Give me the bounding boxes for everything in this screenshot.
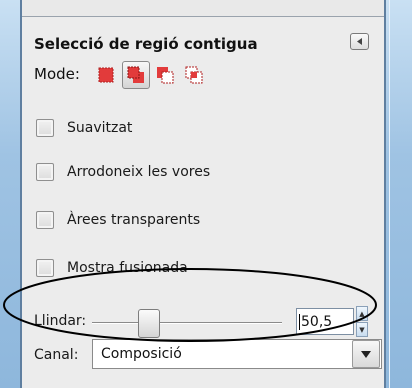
transparent-areas-label: Àrees transparents [67, 212, 201, 228]
replace-mode-icon [98, 67, 114, 83]
mode-subtract-button[interactable] [151, 61, 179, 89]
threshold-spin-buttons[interactable]: ▲ ▼ [356, 306, 368, 337]
option-sample-merged[interactable]: Mostra fusionada [36, 258, 188, 278]
mode-add-button[interactable] [122, 61, 150, 89]
channel-value: Composició [101, 346, 182, 362]
chevron-down-icon [361, 350, 371, 358]
add-mode-icon [127, 66, 144, 83]
window-right-edge [384, 0, 412, 388]
sample-merged-label: Mostra fusionada [67, 260, 188, 276]
feather-edges-label: Arrodoneix les vores [67, 164, 211, 180]
threshold-label: Llindar: [34, 313, 87, 329]
antialiasing-checkbox[interactable] [36, 119, 54, 137]
threshold-input[interactable]: 50,5 [296, 308, 354, 335]
mode-intersect-button[interactable] [180, 61, 208, 89]
threshold-value: 50,5 [301, 313, 333, 330]
antialiasing-label: Suavitzat [67, 120, 133, 136]
feather-edges-checkbox[interactable] [36, 163, 54, 181]
intersect-mode-icon [185, 66, 203, 84]
text-caret [299, 313, 300, 330]
transparent-areas-checkbox[interactable] [36, 211, 54, 229]
channel-select[interactable]: Composició [92, 339, 382, 369]
tool-title: Selecció de regió contigua [34, 35, 258, 53]
threshold-slider-track[interactable] [92, 322, 282, 323]
subtract-mode-icon [157, 67, 174, 84]
tool-options-panel: Selecció de regió contigua Mode: Suavitz… [22, 17, 384, 388]
spin-down-icon[interactable]: ▼ [356, 322, 368, 337]
option-feather-edges[interactable]: Arrodoneix les vores [36, 162, 210, 182]
panel-top-strip [22, 0, 384, 17]
threshold-slider-thumb[interactable] [138, 309, 160, 338]
spin-up-icon[interactable]: ▲ [356, 306, 368, 321]
option-antialiasing[interactable]: Suavitzat [36, 118, 132, 138]
channel-label: Canal: [34, 347, 79, 363]
dropdown-button[interactable] [352, 340, 380, 368]
sample-merged-checkbox[interactable] [36, 259, 54, 277]
window-left-edge [0, 0, 22, 388]
option-transparent-areas[interactable]: Àrees transparents [36, 210, 200, 230]
mode-replace-button[interactable] [92, 61, 120, 89]
mode-label: Mode: [34, 65, 80, 83]
triangle-left-icon [357, 38, 362, 45]
panel-menu-button[interactable] [350, 33, 369, 50]
